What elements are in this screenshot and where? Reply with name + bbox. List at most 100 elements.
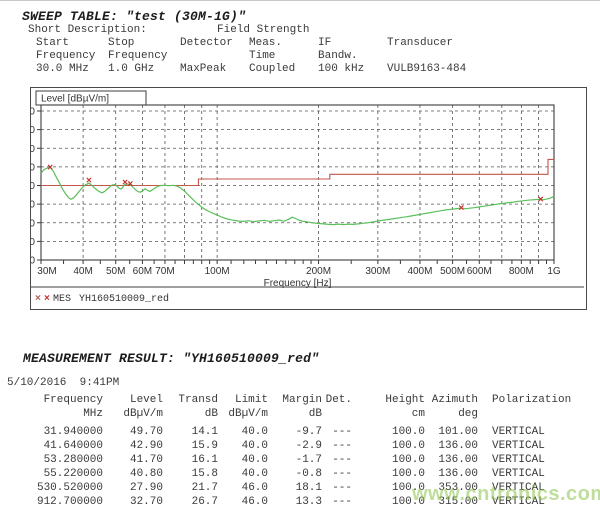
- result-row: 53.28000041.7016.140.0-1.7---100.0136.00…: [0, 453, 571, 467]
- result-cell: 136.00: [425, 439, 478, 453]
- sweep-col-value: 1.0 GHz: [108, 63, 180, 76]
- legend-marker-icon: ×: [35, 293, 41, 304]
- result-cell: 100.0: [352, 425, 425, 439]
- result-cell: 13.3: [268, 495, 322, 509]
- measurement-marker-icon: ×: [86, 175, 92, 186]
- watermark-text: www.cntronics.com: [412, 483, 600, 506]
- sweep-col-header2: [387, 50, 466, 63]
- result-cell: dBµV/m: [103, 407, 163, 421]
- plot-frame: [41, 105, 554, 260]
- result-cell: dB: [268, 407, 322, 421]
- result-cell: 32.70: [103, 495, 163, 509]
- result-cell: deg: [425, 407, 478, 421]
- result-cell: 40.0: [218, 439, 268, 453]
- result-cell: 15.8: [163, 467, 218, 481]
- sweep-col-header2: [180, 50, 249, 63]
- result-cell: 136.00: [425, 453, 478, 467]
- result-cell: Margin: [268, 393, 322, 407]
- measurement-result-heading-label: MEASUREMENT RESULT:: [23, 351, 175, 366]
- result-cell: Det.: [322, 393, 352, 407]
- sweep-col-header: Detector: [180, 37, 249, 50]
- result-cell: 136.00: [425, 467, 478, 481]
- sweep-col-header2: Frequency: [36, 50, 108, 63]
- sweep-col-value: Coupled: [249, 63, 318, 76]
- sweep-col-value: VULB9163-484: [387, 63, 466, 76]
- result-cell: 46.0: [218, 481, 268, 495]
- result-cell: 41.70: [103, 453, 163, 467]
- x-tick-label: 50M: [106, 266, 125, 277]
- measurement-result-heading: MEASUREMENT RESULT: "YH160510009_red": [23, 351, 319, 366]
- result-cell: 46.0: [218, 495, 268, 509]
- result-header-row: FrequencyLevelTransdLimitMarginDet.Heigh…: [0, 393, 571, 407]
- result-cell: ---: [322, 481, 352, 495]
- result-cell: 31.940000: [0, 425, 103, 439]
- x-tick-label: 200M: [306, 266, 331, 277]
- result-cell: [322, 407, 352, 421]
- result-cell: ---: [322, 467, 352, 481]
- sweep-col-header: Start: [36, 37, 108, 50]
- result-cell: dBµV/m: [218, 407, 268, 421]
- measurement-marker-icon: ×: [47, 163, 53, 174]
- x-tick-label: 1G: [547, 266, 561, 277]
- limit-line: [41, 159, 554, 185]
- sweep-col-value: MaxPeak: [180, 63, 249, 76]
- sweep-col-header: Meas.: [249, 37, 318, 50]
- result-cell: 14.1: [163, 425, 218, 439]
- sweep-col-header2: Bandw.: [318, 50, 387, 63]
- result-cell: 912.700000: [0, 495, 103, 509]
- sweep-col-header2: Time: [249, 50, 318, 63]
- measurement-result-heading-name: "YH160510009_red": [183, 351, 319, 366]
- result-cell: ---: [322, 453, 352, 467]
- result-cell: MHz: [0, 407, 103, 421]
- result-cell: -2.9: [268, 439, 322, 453]
- sweep-col-header: IF: [318, 37, 387, 50]
- result-cell: 27.90: [103, 481, 163, 495]
- y-tick-label: 30: [31, 200, 35, 211]
- measurement-marker-icon: ×: [127, 179, 133, 190]
- result-cell: Polarization: [478, 393, 571, 407]
- y-tick-label: 80: [31, 107, 35, 118]
- result-cell: -0.8: [268, 467, 322, 481]
- result-cell: 40.80: [103, 467, 163, 481]
- short-description-label: Short Description:: [28, 24, 147, 37]
- result-cell: Height: [352, 393, 425, 407]
- result-row: 55.22000040.8015.840.0-0.8---100.0136.00…: [0, 467, 571, 481]
- result-cell: VERTICAL: [478, 467, 545, 481]
- result-cell: Transd: [163, 393, 218, 407]
- x-tick-label: 60M: [133, 266, 152, 277]
- result-cell: Limit: [218, 393, 268, 407]
- result-cell: 100.0: [352, 439, 425, 453]
- sweep-col-header2: Frequency: [108, 50, 180, 63]
- result-cell: 15.9: [163, 439, 218, 453]
- result-cell: cm: [352, 407, 425, 421]
- y-tick-label: 0: [31, 256, 35, 267]
- sweep-parameter-grid: Start Stop Detector Meas. IF Transducer …: [36, 37, 466, 76]
- result-cell: -1.7: [268, 453, 322, 467]
- result-cell: 100.0: [352, 453, 425, 467]
- result-cell: Frequency: [0, 393, 103, 407]
- y-tick-label: 40: [31, 181, 35, 192]
- sweep-table-heading-space: [118, 9, 126, 24]
- result-cell: 101.00: [425, 425, 478, 439]
- result-cell: 40.0: [218, 467, 268, 481]
- sweep-table-heading: SWEEP TABLE: "test (30M-1G)": [22, 9, 246, 24]
- legend-marker-icon: ×: [44, 293, 50, 304]
- result-cell: [478, 407, 492, 421]
- measurement-marker-icon: ×: [458, 203, 464, 214]
- result-cell: ---: [322, 425, 352, 439]
- y-tick-label: 20: [31, 218, 35, 229]
- result-cell: VERTICAL: [478, 425, 545, 439]
- x-tick-label: 100M: [205, 266, 230, 277]
- measurement-result-heading-space: [175, 351, 183, 366]
- result-cell: 42.90: [103, 439, 163, 453]
- sweep-table-heading-name: "test (30M-1G)": [126, 9, 246, 24]
- level-chart-svg: Level [dBµV/m]0102030405060708030M40M50M…: [31, 88, 584, 307]
- x-tick-label: 40M: [73, 266, 92, 277]
- level-axis-title: Level [dBµV/m]: [41, 94, 109, 105]
- y-tick-label: 60: [31, 144, 35, 155]
- result-cell: -9.7: [268, 425, 322, 439]
- result-cell: 49.70: [103, 425, 163, 439]
- result-cell: ---: [322, 439, 352, 453]
- result-cell: 21.7: [163, 481, 218, 495]
- result-row: 41.64000042.9015.940.0-2.9---100.0136.00…: [0, 439, 571, 453]
